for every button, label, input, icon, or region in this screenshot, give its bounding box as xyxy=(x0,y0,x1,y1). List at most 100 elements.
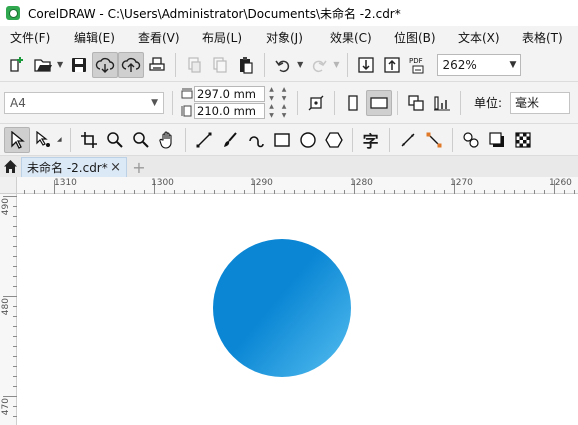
cloud-upload-button[interactable] xyxy=(118,51,145,78)
page-width-spinner[interactable]: ▲ ▼ xyxy=(266,86,277,102)
ellipse-tool-button[interactable] xyxy=(295,127,321,153)
connector-tool-button[interactable] xyxy=(421,127,447,153)
shape-tool-flyout-icon[interactable]: ◢ xyxy=(57,136,62,143)
save-button[interactable] xyxy=(66,52,92,78)
page-height-link-spinner[interactable]: ▲ ▼ xyxy=(279,103,289,119)
redo-button[interactable] xyxy=(306,52,332,78)
cut-button[interactable] xyxy=(181,52,207,78)
shape-tool-button[interactable] xyxy=(30,127,56,153)
h-ruler-label: 1300 xyxy=(151,178,174,188)
h-ruler-label: 1310 xyxy=(54,178,77,188)
open-dropdown-caret-icon[interactable]: ▼ xyxy=(57,60,63,69)
zoom-level-select[interactable]: 262% ▼ xyxy=(437,53,522,76)
cloud-download-button[interactable] xyxy=(92,51,119,78)
import-icon xyxy=(358,56,375,73)
menu-edit[interactable]: 编辑(E) xyxy=(64,29,128,46)
units-select[interactable]: 毫米 xyxy=(510,91,571,114)
paper-size-value: A4 xyxy=(10,95,26,110)
brush-icon xyxy=(223,131,237,147)
menu-view[interactable]: 查看(V) xyxy=(128,29,192,46)
blend-tool-button[interactable] xyxy=(458,127,484,153)
horizontal-ruler[interactable]: 1310 1300 1290 1280 1270 1260 xyxy=(17,177,578,194)
artistic-media-tool-button[interactable] xyxy=(217,127,243,153)
horizontal-ruler-ticks xyxy=(24,180,575,194)
zoom-out-tool-button[interactable] xyxy=(128,127,154,153)
portrait-button[interactable] xyxy=(340,90,366,116)
menu-layout[interactable]: 布局(L) xyxy=(192,29,256,46)
print-button[interactable] xyxy=(144,52,170,78)
undo-icon xyxy=(275,60,290,72)
ellipse-icon xyxy=(299,131,316,148)
undo-dropdown-caret-icon[interactable]: ▼ xyxy=(297,60,303,69)
h-ruler-label: 1270 xyxy=(450,178,473,188)
open-button[interactable] xyxy=(30,52,56,78)
menu-object[interactable]: 对象(J) xyxy=(256,29,320,46)
freehand-tool-button[interactable] xyxy=(191,127,217,153)
toolbar-separator xyxy=(264,52,266,77)
toolbar-separator xyxy=(460,90,461,115)
redo-icon xyxy=(313,60,327,72)
menu-effects[interactable]: 效果(C) xyxy=(320,29,384,46)
text-tool-button[interactable]: 字 xyxy=(358,127,384,153)
menu-file[interactable]: 文件(F) xyxy=(0,29,64,46)
publish-pdf-button[interactable]: PDF xyxy=(405,52,431,78)
page-height-icon xyxy=(180,103,194,119)
redo-dropdown-caret-icon[interactable]: ▼ xyxy=(333,60,339,69)
toolbar-separator xyxy=(351,127,353,152)
vertical-ruler[interactable]: 490 480 470 xyxy=(0,194,17,425)
pick-tool-button[interactable] xyxy=(4,126,30,153)
document-tab[interactable]: 未命名 -2.cdr* × xyxy=(21,157,127,177)
paper-size-select[interactable]: A4 ▼ xyxy=(4,91,164,114)
page-height-spinner[interactable]: ▲ ▼ xyxy=(266,103,277,119)
open-folder-icon xyxy=(34,58,52,72)
dimension-tool-button[interactable] xyxy=(395,127,421,153)
paste-button[interactable] xyxy=(233,52,259,78)
menu-text[interactable]: 文本(X) xyxy=(448,29,512,46)
coreldraw-logo-icon xyxy=(6,6,20,20)
welcome-home-tab[interactable] xyxy=(0,156,20,177)
new-document-button[interactable] xyxy=(4,52,30,78)
copy-button[interactable] xyxy=(207,52,233,78)
current-page-button[interactable] xyxy=(429,90,455,116)
close-tab-icon[interactable]: × xyxy=(110,160,121,175)
menu-table[interactable]: 表格(T) xyxy=(512,29,576,46)
export-button[interactable] xyxy=(379,52,405,78)
pan-tool-button[interactable] xyxy=(154,127,180,153)
toolbar-separator xyxy=(184,127,186,152)
import-button[interactable] xyxy=(353,52,379,78)
document-tab-bar: 未命名 -2.cdr* × + xyxy=(0,156,578,177)
toolbar-separator xyxy=(347,52,349,77)
landscape-icon xyxy=(370,96,388,109)
toolbox: ◢ 字 xyxy=(0,124,578,156)
zoom-tool-button[interactable] xyxy=(102,127,128,153)
gradient-circle-shape[interactable] xyxy=(213,239,351,377)
ruler-origin[interactable] xyxy=(0,177,17,194)
crop-tool-button[interactable] xyxy=(76,127,102,153)
zoom-level-value: 262% xyxy=(442,57,477,72)
parallel-dimension-icon xyxy=(401,133,415,146)
page-width-input[interactable]: 297.0 mm xyxy=(194,86,265,102)
all-pages-button[interactable] xyxy=(403,90,429,116)
drop-shadow-icon xyxy=(489,131,504,147)
menu-bitmaps[interactable]: 位图(B) xyxy=(384,29,448,46)
crop-icon xyxy=(80,131,97,148)
undo-button[interactable] xyxy=(270,52,296,78)
transparency-tool-button[interactable] xyxy=(510,127,536,153)
new-tab-button[interactable]: + xyxy=(129,157,149,177)
pen-tool-button[interactable] xyxy=(243,127,269,153)
landscape-button[interactable] xyxy=(366,89,392,116)
portrait-icon xyxy=(348,94,358,111)
toolbar-separator xyxy=(397,90,398,115)
drawing-canvas[interactable] xyxy=(18,195,578,425)
h-ruler-label: 1260 xyxy=(549,178,572,188)
rectangle-tool-button[interactable] xyxy=(269,127,295,153)
page-width-link-spinner[interactable]: ▲ ▼ xyxy=(279,86,289,102)
toolbar-separator xyxy=(175,52,177,77)
page-setup-button[interactable] xyxy=(303,90,329,116)
polygon-tool-button[interactable] xyxy=(321,127,347,153)
drop-shadow-tool-button[interactable] xyxy=(484,127,510,153)
toolbar-separator xyxy=(69,127,71,152)
polygon-icon xyxy=(324,131,343,148)
page-height-input[interactable]: 210.0 mm xyxy=(194,103,265,119)
toolbar-separator xyxy=(451,127,453,152)
